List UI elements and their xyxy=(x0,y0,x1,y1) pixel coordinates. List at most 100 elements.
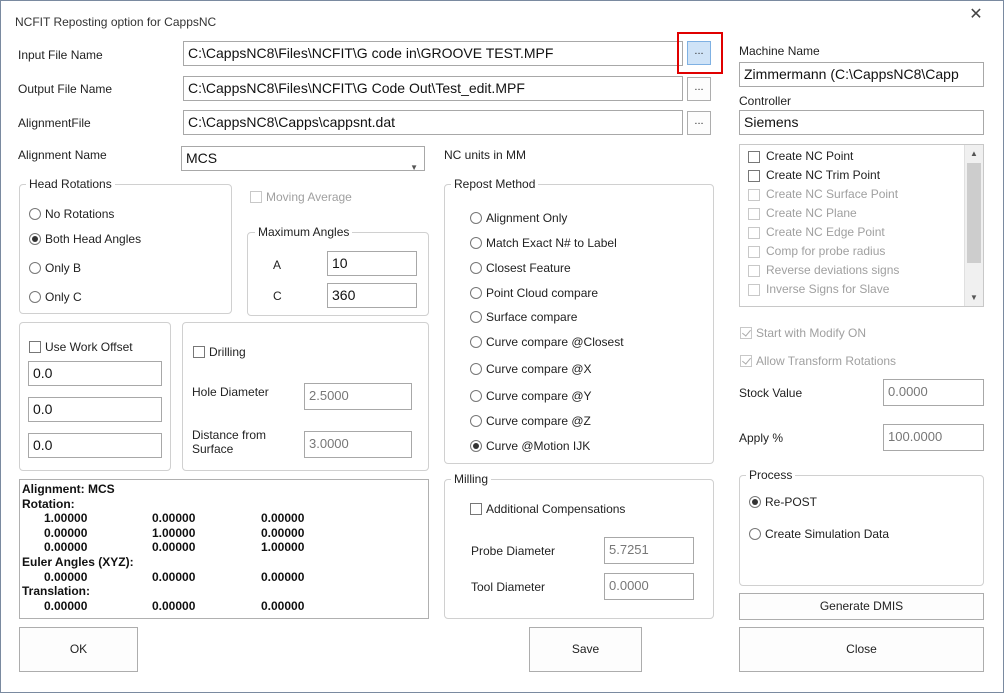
radio-icon xyxy=(29,290,41,303)
radio-icon xyxy=(470,286,482,299)
nc-options-list[interactable]: Create NC Point Create NC Trim Point Cre… xyxy=(739,144,984,307)
alignment-name-value: MCS xyxy=(186,150,218,166)
tool-diameter-field[interactable]: 0.0000 xyxy=(604,573,694,600)
radio-both-head-angles[interactable]: Both Head Angles xyxy=(29,231,141,246)
translation-value: 0.00000 xyxy=(152,598,196,613)
alignment-name-dropdown[interactable]: MCS ▼ xyxy=(181,146,425,171)
alignment-header: Alignment: MCS xyxy=(22,482,115,496)
dialog-window: NCFIT Reposting option for CappsNC ✕ Inp… xyxy=(0,0,1004,693)
radio-label: Curve compare @Y xyxy=(486,388,592,403)
machine-name-field[interactable]: Zimmermann (C:\CappsNC8\Capp xyxy=(739,62,984,87)
checkbox-checked-icon xyxy=(740,354,752,367)
radio-label: Curve compare @Z xyxy=(486,413,591,428)
radio-curve-x[interactable]: Curve compare @X xyxy=(470,361,592,376)
machine-name-label: Machine Name xyxy=(739,44,820,58)
probe-diameter-field[interactable]: 5.7251 xyxy=(604,537,694,564)
angle-a-field[interactable]: 10 xyxy=(327,251,417,276)
rotation-label: Rotation: xyxy=(22,496,75,511)
distance-label-line2: Surface xyxy=(192,442,234,456)
radio-label: Surface compare xyxy=(486,309,578,324)
checkbox-label: Additional Compensations xyxy=(486,501,626,516)
hole-diameter-field[interactable]: 2.5000 xyxy=(304,383,412,410)
list-item[interactable]: Comp for probe radius xyxy=(740,242,983,261)
radio-label: Only B xyxy=(45,260,82,275)
radio-point-cloud[interactable]: Point Cloud compare xyxy=(470,285,598,300)
list-item[interactable]: Reverse deviations signs xyxy=(740,261,983,280)
radio-curve-z[interactable]: Curve compare @Z xyxy=(470,413,591,428)
radio-label: No Rotations xyxy=(45,206,115,221)
save-button[interactable]: Save xyxy=(529,627,642,672)
radio-label: Create Simulation Data xyxy=(765,526,890,541)
hole-diameter-label: Hole Diameter xyxy=(192,385,269,399)
start-modify-checkbox[interactable]: Start with Modify ON xyxy=(740,325,866,340)
matrix-value: 0.00000 xyxy=(44,540,88,555)
close-icon[interactable]: ✕ xyxy=(967,6,985,24)
additional-compensations-checkbox[interactable]: Additional Compensations xyxy=(470,501,625,516)
radio-curve-y[interactable]: Curve compare @Y xyxy=(470,388,592,403)
radio-only-c[interactable]: Only C xyxy=(29,289,82,304)
allow-transform-checkbox[interactable]: Allow Transform Rotations xyxy=(740,353,896,368)
moving-average-checkbox[interactable]: Moving Average xyxy=(250,189,352,204)
output-browse-button[interactable]: ... xyxy=(687,77,711,101)
checkbox-icon xyxy=(193,345,205,358)
radio-create-simulation[interactable]: Create Simulation Data xyxy=(749,526,889,541)
stock-value-label: Stock Value xyxy=(739,386,803,400)
euler-value: 0.00000 xyxy=(44,569,88,584)
matrix-value: 1.00000 xyxy=(44,511,88,526)
radio-label: Curve compare @Closest xyxy=(486,334,624,349)
work-offset-y-field[interactable]: 0.0 xyxy=(28,397,162,422)
list-item[interactable]: Create NC Surface Point xyxy=(740,185,983,204)
stock-value-field[interactable]: 0.0000 xyxy=(883,379,984,406)
radio-label: Curve @Motion IJK xyxy=(486,438,591,453)
radio-label: Closest Feature xyxy=(486,260,571,275)
list-item[interactable]: Create NC Trim Point xyxy=(740,166,983,185)
list-item-label: Inverse Signs for Slave xyxy=(766,282,890,297)
scroll-down-icon[interactable]: ▼ xyxy=(965,289,983,306)
radio-only-b[interactable]: Only B xyxy=(29,260,81,275)
radio-closest-feature[interactable]: Closest Feature xyxy=(470,260,571,275)
matrix-value: 0.00000 xyxy=(152,540,196,555)
radio-curve-closest[interactable]: Curve compare @Closest xyxy=(470,334,624,349)
input-browse-button[interactable]: ... xyxy=(687,41,711,65)
radio-alignment-only[interactable]: Alignment Only xyxy=(470,210,567,225)
work-offset-z-field[interactable]: 0.0 xyxy=(28,433,162,458)
distance-field[interactable]: 3.0000 xyxy=(304,431,412,458)
list-item[interactable]: Create NC Plane xyxy=(740,204,983,223)
output-file-field[interactable]: C:\CappsNC8\Files\NCFIT\G Code Out\Test_… xyxy=(183,76,683,101)
angle-c-field[interactable]: 360 xyxy=(327,283,417,308)
use-work-offset-checkbox[interactable]: Use Work Offset xyxy=(29,339,133,354)
list-item[interactable]: Create NC Edge Point xyxy=(740,223,983,242)
drilling-checkbox[interactable]: Drilling xyxy=(193,344,246,359)
apply-percent-label: Apply % xyxy=(739,431,784,445)
scroll-thumb[interactable] xyxy=(967,163,981,263)
controller-field[interactable]: Siemens xyxy=(739,110,984,135)
euler-label: Euler Angles (XYZ): xyxy=(22,554,134,569)
list-item[interactable]: Inverse Signs for Slave xyxy=(740,280,983,299)
max-angles-title: Maximum Angles xyxy=(255,225,353,239)
radio-match-exact[interactable]: Match Exact N# to Label xyxy=(470,235,617,250)
list-item-label: Create NC Trim Point xyxy=(766,168,881,183)
apply-percent-field[interactable]: 100.0000 xyxy=(883,424,984,451)
radio-icon xyxy=(470,261,482,274)
alignment-browse-button[interactable]: ... xyxy=(687,111,711,135)
radio-curve-motion-ijk[interactable]: Curve @Motion IJK xyxy=(470,438,590,453)
work-offset-x-field[interactable]: 0.0 xyxy=(28,361,162,386)
checkbox-label: Allow Transform Rotations xyxy=(756,353,897,368)
scroll-up-icon[interactable]: ▲ xyxy=(965,145,983,162)
matrix-value: 0.00000 xyxy=(44,525,88,540)
list-item[interactable]: Create NC Point xyxy=(740,147,983,166)
euler-value: 0.00000 xyxy=(261,569,305,584)
alignment-file-field[interactable]: C:\CappsNC8\Capps\cappsnt.dat xyxy=(183,110,683,135)
input-file-field[interactable]: C:\CappsNC8\Files\NCFIT\G code in\GROOVE… xyxy=(183,41,683,66)
ok-button[interactable]: OK xyxy=(19,627,138,672)
checkbox-icon xyxy=(748,264,760,277)
tool-diameter-label: Tool Diameter xyxy=(471,580,546,594)
checkbox-icon xyxy=(250,190,262,203)
list-item-label: Create NC Point xyxy=(766,149,854,164)
close-button[interactable]: Close xyxy=(739,627,984,672)
radio-re-post[interactable]: Re-POST xyxy=(749,494,817,509)
radio-surface-compare[interactable]: Surface compare xyxy=(470,309,577,324)
list-scrollbar[interactable]: ▲ ▼ xyxy=(964,145,983,306)
generate-dmis-button[interactable]: Generate DMIS xyxy=(739,593,984,620)
radio-no-rotations[interactable]: No Rotations xyxy=(29,206,114,221)
